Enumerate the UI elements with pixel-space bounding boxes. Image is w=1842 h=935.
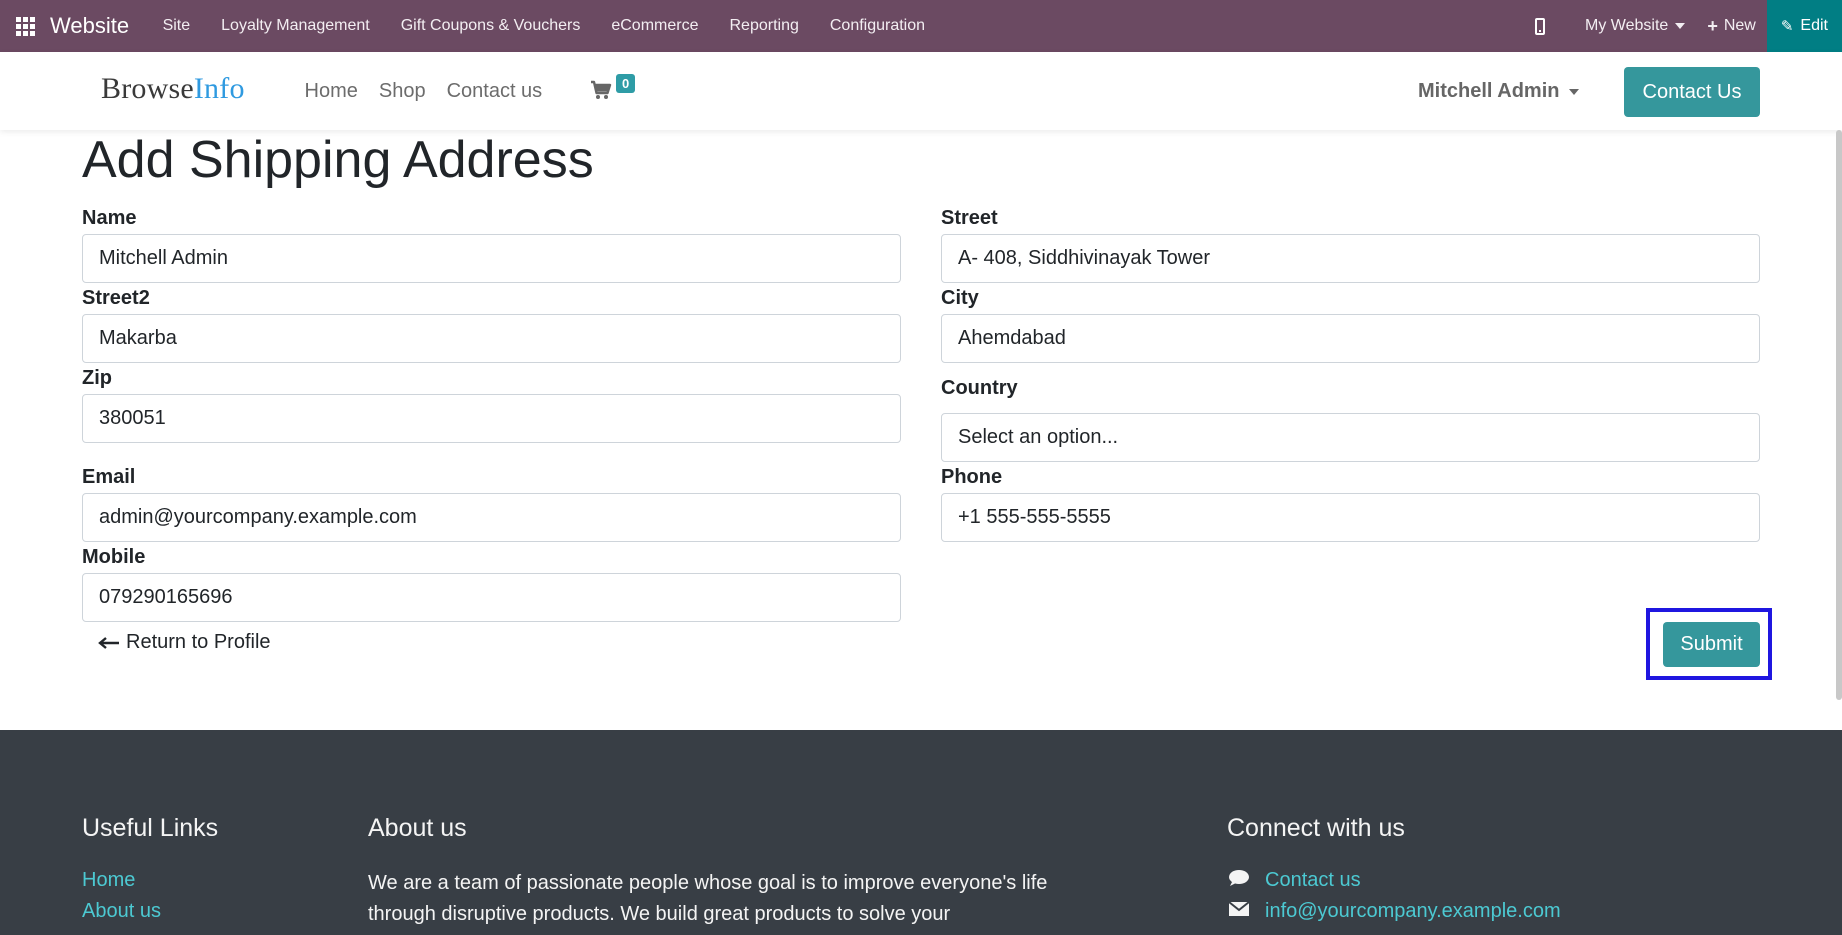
phone-input[interactable]: +1 555-555-5555 [941, 493, 1760, 542]
admin-menu-configuration[interactable]: Configuration [814, 17, 940, 35]
about-us-text: We are a team of passionate people whose… [368, 872, 1048, 925]
return-to-profile-link[interactable]: Return to Profile [98, 631, 271, 654]
street-label: Street [941, 207, 998, 229]
country-label: Country [941, 377, 1018, 399]
about-us-heading: About us [368, 814, 467, 842]
zip-label: Zip [82, 367, 112, 389]
pencil-icon: ✎ [1780, 18, 1794, 35]
admin-bar-right: My Website + New ✎ Edit [1524, 0, 1842, 52]
new-button[interactable]: + New [1696, 16, 1767, 37]
street-input[interactable]: A- 408, Siddhivinayak Tower [941, 234, 1760, 283]
admin-menu-reporting[interactable]: Reporting [714, 17, 814, 35]
nav-home[interactable]: Home [294, 80, 368, 103]
connect-heading: Connect with us [1227, 814, 1405, 842]
admin-menu-loyalty-management[interactable]: Loyalty Management [206, 17, 386, 35]
footer-contact-us-link[interactable]: Contact us [1228, 869, 1361, 892]
site-nav: Home Shop Contact us [294, 80, 553, 103]
mobile-label: Mobile [82, 546, 146, 568]
caret-down-icon [1569, 88, 1580, 95]
name-input[interactable]: Mitchell Admin [82, 234, 901, 283]
street2-input[interactable]: Makarba [82, 314, 901, 363]
site-logo[interactable]: BrowseInfo [101, 72, 245, 106]
admin-brand[interactable]: Website [50, 13, 129, 39]
mobile-preview-button[interactable] [1524, 17, 1574, 35]
submit-button[interactable]: Submit [1663, 622, 1760, 667]
logo-text-browse: Browse [101, 72, 194, 105]
email-label: Email [82, 466, 136, 488]
shopping-cart-icon [591, 80, 612, 99]
site-footer: Useful Links Home About us About us We a… [0, 730, 1842, 935]
arrow-left-icon [98, 636, 119, 649]
envelope-icon [1228, 901, 1250, 922]
footer-link-about-us[interactable]: About us [82, 900, 161, 923]
edit-label: Edit [1800, 17, 1828, 34]
country-select[interactable]: Select an option... [941, 413, 1760, 462]
city-input[interactable]: Ahemdabad [941, 314, 1760, 363]
comment-icon [1228, 869, 1250, 892]
user-name: Mitchell Admin [1418, 80, 1560, 102]
useful-links-heading: Useful Links [82, 814, 219, 842]
page-title: Add Shipping Address [82, 131, 594, 189]
nav-shop[interactable]: Shop [368, 80, 436, 103]
apps-grid-icon [15, 16, 35, 36]
my-website-dropdown[interactable]: My Website [1574, 17, 1696, 35]
name-label: Name [82, 207, 137, 229]
zip-input[interactable]: 380051 [82, 394, 901, 443]
admin-top-bar: Website Site Loyalty Management Gift Cou… [0, 0, 1842, 52]
city-label: City [941, 287, 979, 309]
admin-menu-ecommerce[interactable]: eCommerce [596, 17, 714, 35]
caret-down-icon [1675, 23, 1686, 29]
street2-label: Street2 [82, 287, 150, 309]
site-header: BrowseInfo Home Shop Contact us 0 Mitche… [0, 52, 1842, 130]
footer-contact-us-label: Contact us [1265, 869, 1361, 891]
apps-menu-button[interactable] [0, 0, 50, 52]
mobile-phone-icon [1535, 17, 1546, 35]
footer-link-home[interactable]: Home [82, 869, 135, 892]
edit-button[interactable]: ✎ Edit [1766, 0, 1842, 52]
phone-label: Phone [941, 466, 1003, 488]
plus-icon: + [1707, 15, 1718, 36]
user-menu-dropdown[interactable]: Mitchell Admin [1418, 80, 1580, 103]
admin-menu-site[interactable]: Site [147, 17, 206, 35]
cart-count-badge: 0 [616, 74, 636, 93]
cart-link[interactable]: 0 [590, 74, 636, 100]
page-scrollbar[interactable] [1836, 130, 1842, 700]
return-to-profile-label: Return to Profile [126, 631, 271, 653]
nav-contact-us[interactable]: Contact us [436, 80, 553, 103]
footer-email-label: info@yourcompany.example.com [1265, 900, 1561, 922]
logo-text-info: Info [193, 72, 245, 105]
email-input[interactable]: admin@yourcompany.example.com [82, 493, 901, 542]
my-website-label: My Website [1585, 17, 1669, 34]
new-label: New [1723, 17, 1756, 34]
admin-menu-gift-coupons[interactable]: Gift Coupons & Vouchers [385, 17, 596, 35]
contact-us-button[interactable]: Contact Us [1624, 67, 1760, 117]
footer-email-link[interactable]: info@yourcompany.example.com [1228, 900, 1561, 923]
mobile-input[interactable]: 079290165696 [82, 573, 901, 622]
